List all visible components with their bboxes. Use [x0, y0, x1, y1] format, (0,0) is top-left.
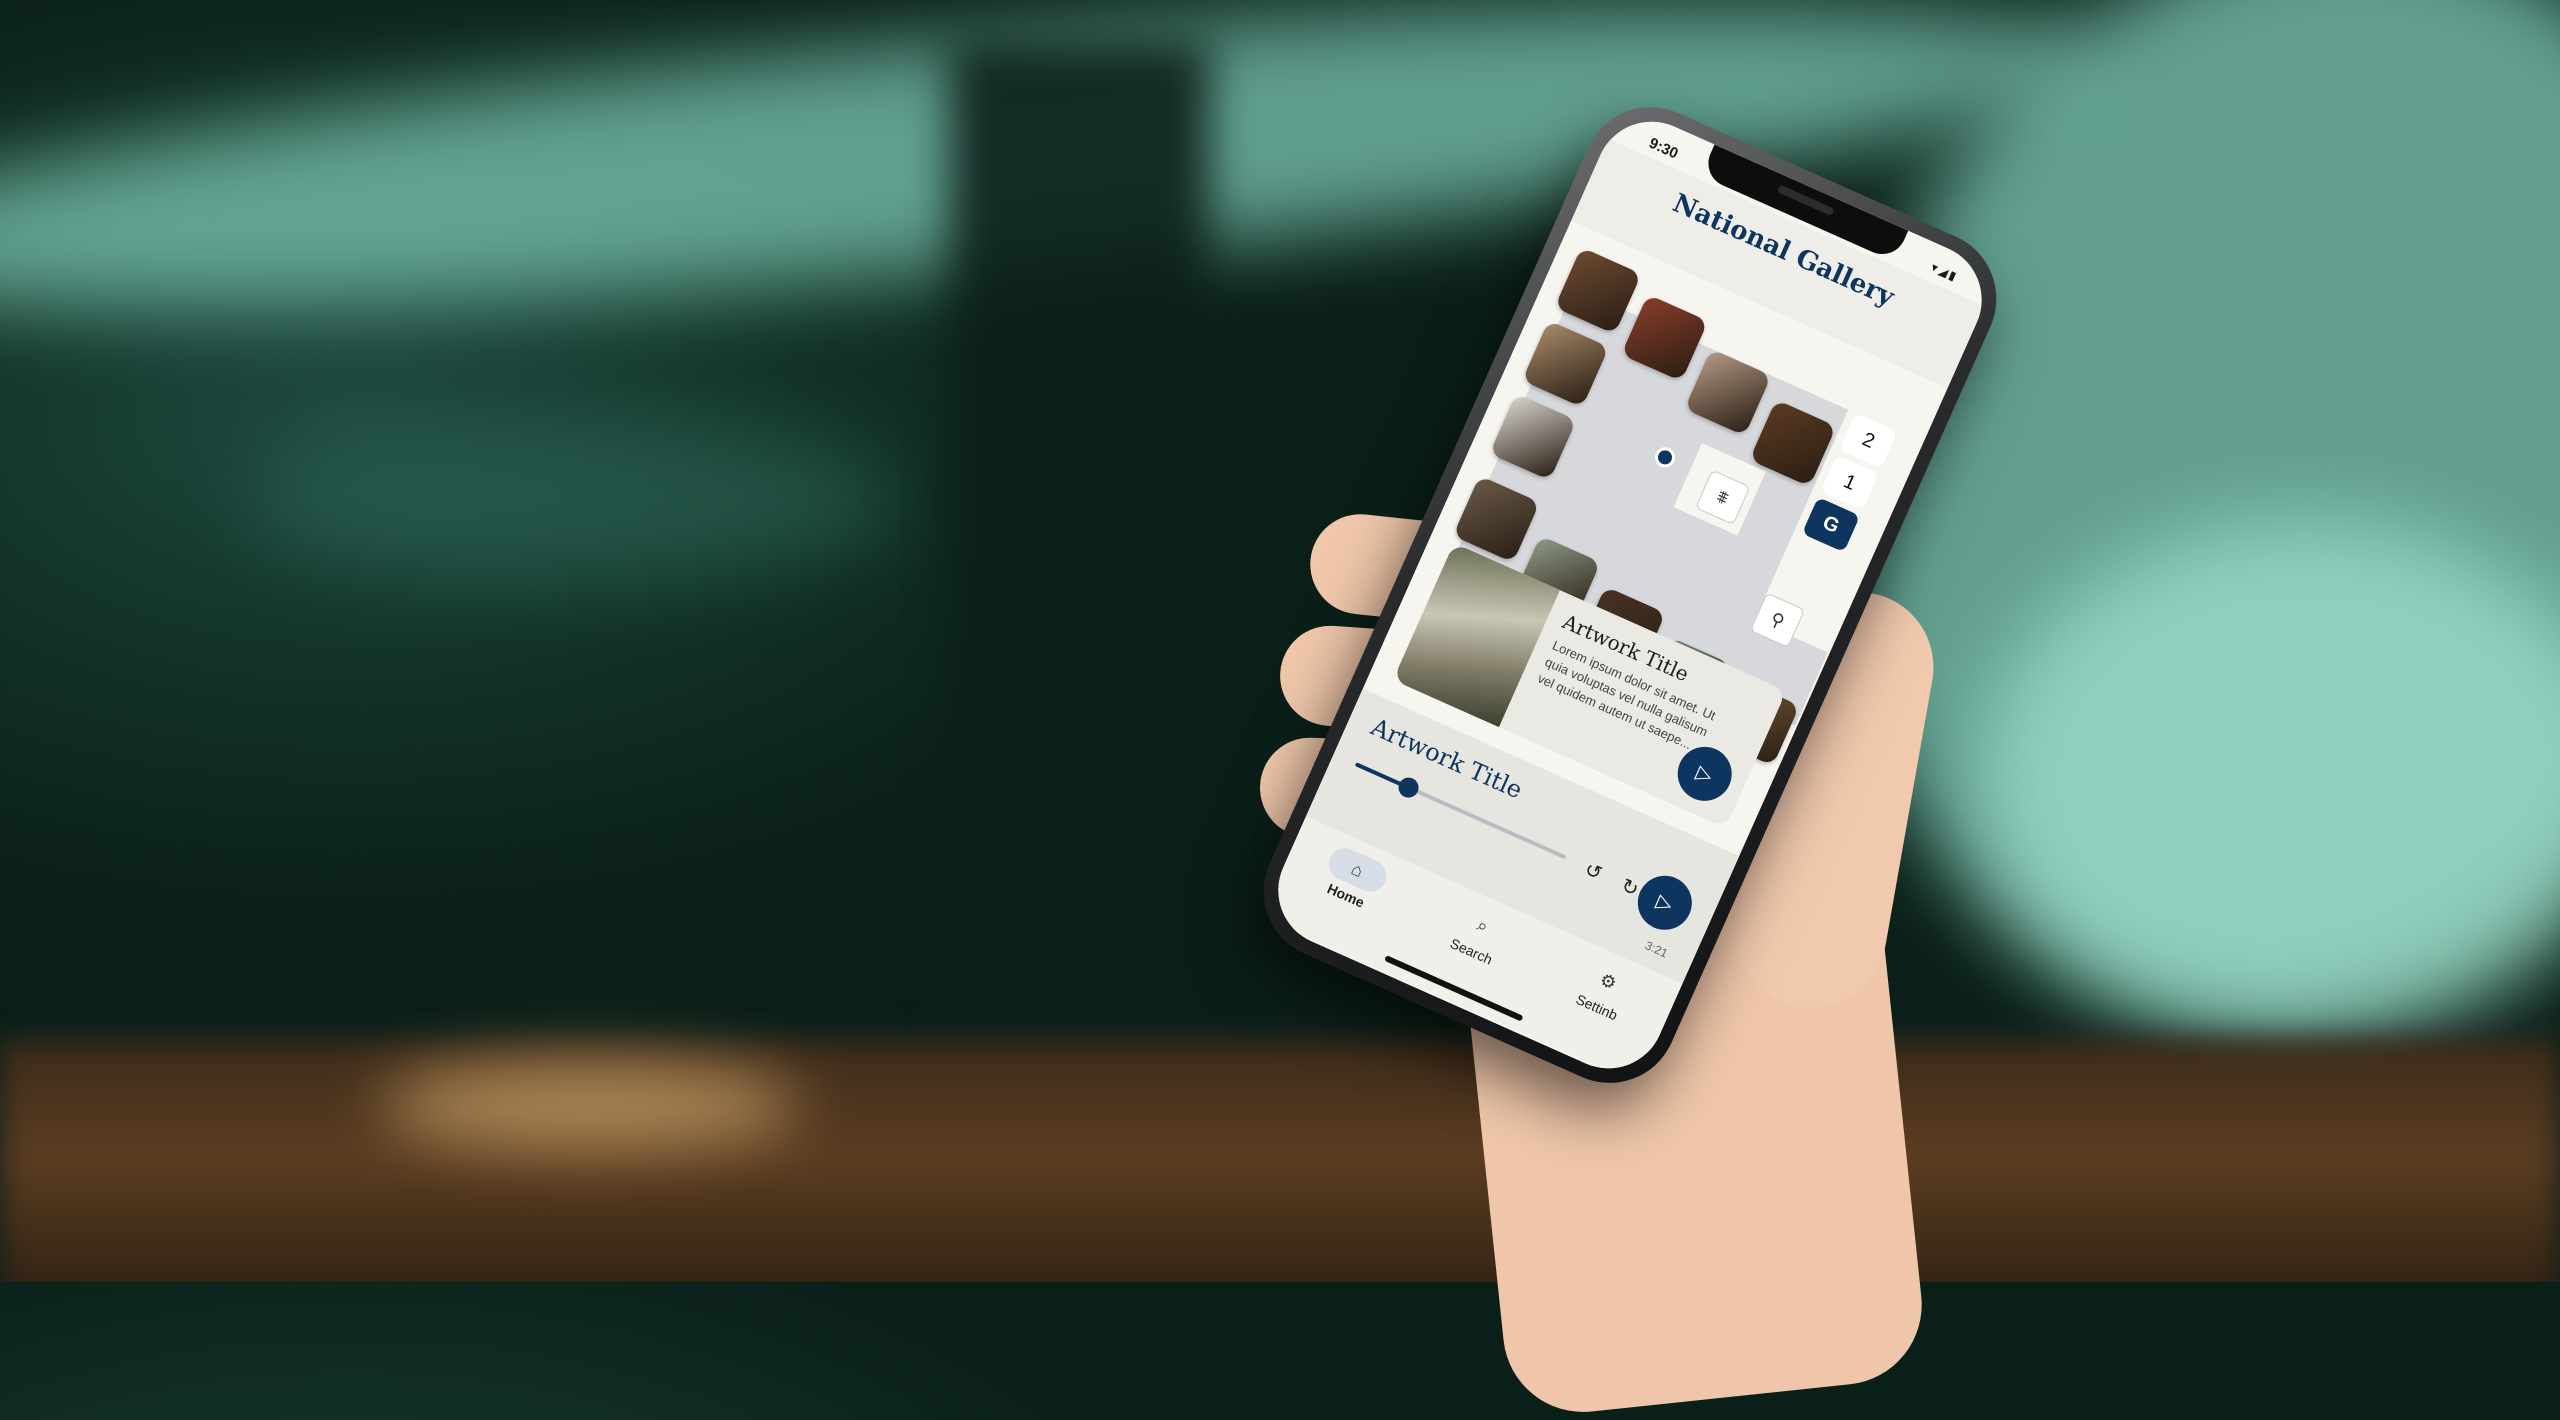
- background-lamp-glow: [380, 1060, 800, 1150]
- status-icons: ▾◢▮: [1929, 259, 1961, 285]
- background-light-band: [250, 420, 900, 580]
- player-remaining-time: 3:21: [1642, 938, 1670, 961]
- play-icon: ▷: [1692, 761, 1717, 788]
- background-dark-panel: [950, 40, 1210, 1040]
- progress-knob[interactable]: [1394, 774, 1422, 801]
- play-icon: ▷: [1653, 890, 1677, 917]
- rewind-icon[interactable]: ↺: [1574, 851, 1614, 891]
